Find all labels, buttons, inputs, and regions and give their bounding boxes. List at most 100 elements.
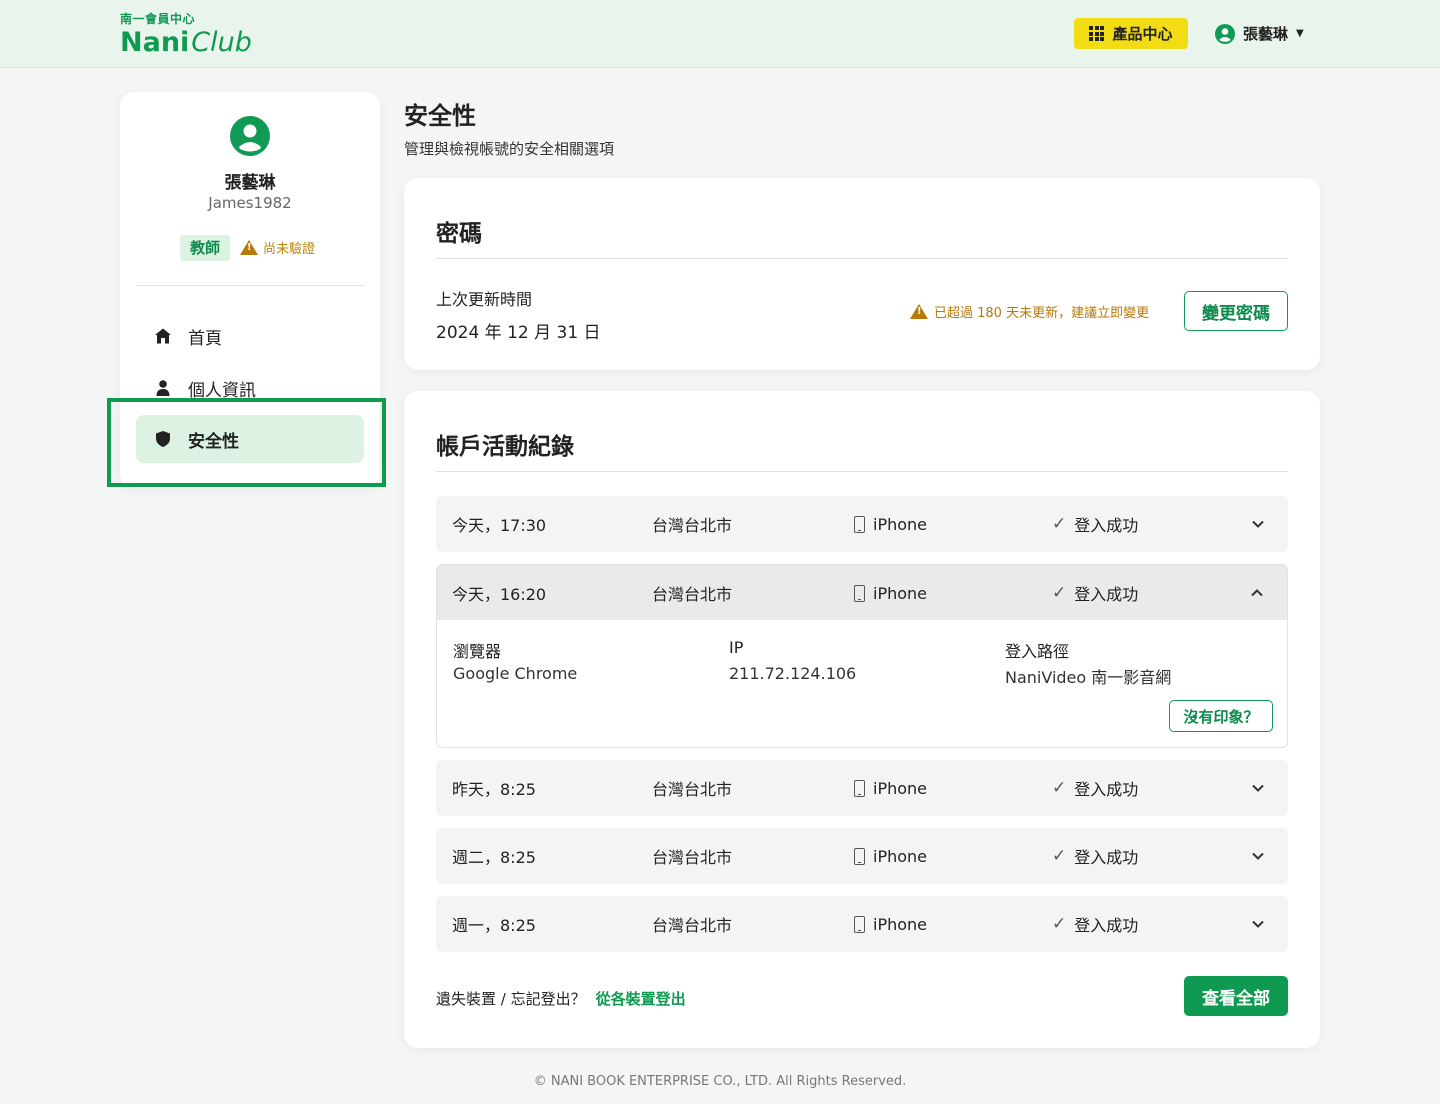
chevron-down-icon[interactable] bbox=[1248, 514, 1268, 534]
warning-icon bbox=[910, 304, 928, 319]
logout-all-devices-link[interactable]: 從各裝置登出 bbox=[596, 988, 686, 1009]
page-title: 安全性 bbox=[404, 102, 476, 130]
device-name: iPhone bbox=[873, 778, 928, 798]
activity-row[interactable]: 週二，8:25 台灣台北市 iPhone ✓ 登入成功 bbox=[436, 828, 1288, 884]
activity-status: ✓ 登入成功 bbox=[1052, 496, 1138, 552]
device-name: iPhone bbox=[873, 514, 928, 534]
ip-label: IP bbox=[729, 638, 744, 657]
selection-highlight bbox=[107, 398, 386, 487]
browser-value: Google Chrome bbox=[453, 664, 578, 683]
activity-location: 台灣台北市 bbox=[652, 848, 733, 867]
activity-location: 台灣台北市 bbox=[652, 916, 733, 935]
activity-time: 週二，8:25 bbox=[452, 848, 536, 867]
activity-detail-panel: 瀏覽器 Google Chrome IP 211.72.124.106 登入路徑… bbox=[436, 620, 1288, 748]
activity-status: ✓ 登入成功 bbox=[1052, 896, 1138, 952]
sidebar-item-label: 首頁 bbox=[188, 328, 222, 349]
activity-device: iPhone bbox=[854, 760, 927, 816]
activity-status: ✓ 登入成功 bbox=[1052, 565, 1138, 621]
check-icon: ✓ bbox=[1052, 778, 1067, 798]
caret-down-icon: ▼ bbox=[1296, 28, 1304, 39]
activity-divider bbox=[436, 471, 1288, 472]
route-label: 登入路徑 bbox=[1005, 642, 1070, 661]
last-updated-value: 2024 年 12 月 31 日 bbox=[436, 323, 601, 343]
home-icon bbox=[154, 327, 172, 345]
logo-subtitle: 南一會員中心 bbox=[120, 12, 196, 26]
not-me-button[interactable]: 沒有印象？ bbox=[1169, 700, 1273, 732]
lost-device-text: 遺失裝置 / 忘記登出？ bbox=[436, 990, 586, 1008]
route-value: NaniVideo 南一影音網 bbox=[1005, 668, 1172, 687]
profile-avatar-icon bbox=[230, 116, 270, 156]
activity-row[interactable]: 昨天，8:25 台灣台北市 iPhone ✓ 登入成功 bbox=[436, 760, 1288, 816]
logo-wordmark: NaniClub bbox=[120, 27, 252, 59]
password-warning: 已超過 180 天未更新，建議立即變更 bbox=[910, 302, 1149, 321]
check-icon: ✓ bbox=[1052, 583, 1067, 603]
activity-row[interactable]: 今天，17:30 台灣台北市 iPhone ✓ 登入成功 bbox=[436, 496, 1288, 552]
chevron-down-icon[interactable] bbox=[1248, 914, 1268, 934]
product-center-button[interactable]: 產品中心 bbox=[1074, 18, 1188, 49]
device-name: iPhone bbox=[873, 583, 928, 603]
person-icon bbox=[154, 379, 172, 397]
lost-device-prompt: 遺失裝置 / 忘記登出？ 從各裝置登出 bbox=[436, 988, 686, 1009]
password-card: 密碼 上次更新時間 2024 年 12 月 31 日 已超過 180 天未更新，… bbox=[404, 178, 1320, 370]
user-menu-dropdown[interactable]: 張藝琳 ▼ bbox=[1215, 23, 1304, 44]
password-warning-text: 已超過 180 天未更新，建議立即變更 bbox=[934, 306, 1150, 321]
sidebar-divider bbox=[136, 285, 364, 286]
activity-time: 今天，17:30 bbox=[452, 516, 547, 535]
activity-location: 台灣台北市 bbox=[652, 585, 733, 604]
change-password-button[interactable]: 變更密碼 bbox=[1184, 291, 1288, 331]
phone-icon bbox=[854, 915, 865, 933]
check-icon: ✓ bbox=[1052, 846, 1067, 866]
last-updated-label: 上次更新時間 bbox=[436, 290, 533, 309]
status-label: 登入成功 bbox=[1074, 516, 1139, 535]
activity-location: 台灣台北市 bbox=[652, 780, 733, 799]
activity-title: 帳戶活動紀錄 bbox=[436, 434, 574, 460]
ip-value: 211.72.124.106 bbox=[729, 664, 857, 683]
activity-time: 昨天，8:25 bbox=[452, 780, 536, 799]
grid-icon bbox=[1089, 26, 1105, 41]
page-subtitle: 管理與檢視帳號的安全相關選項 bbox=[404, 140, 615, 158]
status-label: 登入成功 bbox=[1074, 780, 1139, 799]
check-icon: ✓ bbox=[1052, 914, 1067, 934]
phone-icon bbox=[854, 779, 865, 797]
sidebar-item-home[interactable]: 首頁 bbox=[136, 312, 364, 360]
verify-status[interactable]: 尚未驗證 bbox=[240, 238, 315, 257]
chevron-down-icon[interactable] bbox=[1248, 778, 1268, 798]
role-badge: 教師 bbox=[180, 235, 231, 261]
phone-icon bbox=[854, 515, 865, 533]
activity-device: iPhone bbox=[854, 496, 927, 552]
activity-device: iPhone bbox=[854, 828, 927, 884]
check-icon: ✓ bbox=[1052, 514, 1067, 534]
device-name: iPhone bbox=[873, 914, 928, 934]
top-header: 南一會員中心 NaniClub 產品中心 張藝琳 ▼ bbox=[0, 0, 1440, 68]
user-avatar-icon bbox=[1215, 23, 1235, 44]
naniclub-logo[interactable]: 南一會員中心 NaniClub bbox=[120, 10, 252, 59]
browser-label: 瀏覽器 bbox=[453, 642, 502, 661]
activity-row-expanded[interactable]: 今天，16:20 台灣台北市 iPhone ✓ 登入成功 bbox=[436, 564, 1288, 620]
logo-nani: Nani bbox=[120, 27, 190, 58]
phone-icon bbox=[854, 584, 865, 602]
profile-name: 張藝琳 bbox=[224, 173, 276, 193]
phone-icon bbox=[854, 847, 865, 865]
user-menu-name: 張藝琳 bbox=[1243, 25, 1289, 43]
profile-username: James1982 bbox=[208, 194, 292, 212]
status-label: 登入成功 bbox=[1074, 585, 1139, 604]
sidebar-item-label: 個人資訊 bbox=[188, 380, 256, 401]
view-all-button[interactable]: 查看全部 bbox=[1184, 976, 1288, 1016]
password-title: 密碼 bbox=[436, 221, 482, 247]
product-center-label: 產品中心 bbox=[1112, 25, 1173, 43]
footer-copyright: © NANI BOOK ENTERPRISE CO., LTD. All Rig… bbox=[533, 1074, 907, 1089]
status-label: 登入成功 bbox=[1074, 916, 1139, 935]
activity-time: 今天，16:20 bbox=[452, 585, 547, 604]
chevron-down-icon[interactable] bbox=[1248, 846, 1268, 866]
warning-icon bbox=[240, 240, 258, 255]
status-label: 登入成功 bbox=[1074, 848, 1139, 867]
activity-status: ✓ 登入成功 bbox=[1052, 828, 1138, 884]
chevron-up-icon[interactable] bbox=[1247, 583, 1267, 603]
activity-device: iPhone bbox=[854, 565, 927, 621]
activity-row[interactable]: 週一，8:25 台灣台北市 iPhone ✓ 登入成功 bbox=[436, 896, 1288, 952]
activity-device: iPhone bbox=[854, 896, 927, 952]
activity-location: 台灣台北市 bbox=[652, 516, 733, 535]
activity-status: ✓ 登入成功 bbox=[1052, 760, 1138, 816]
verify-status-label: 尚未驗證 bbox=[263, 242, 316, 257]
activity-time: 週一，8:25 bbox=[452, 916, 536, 935]
